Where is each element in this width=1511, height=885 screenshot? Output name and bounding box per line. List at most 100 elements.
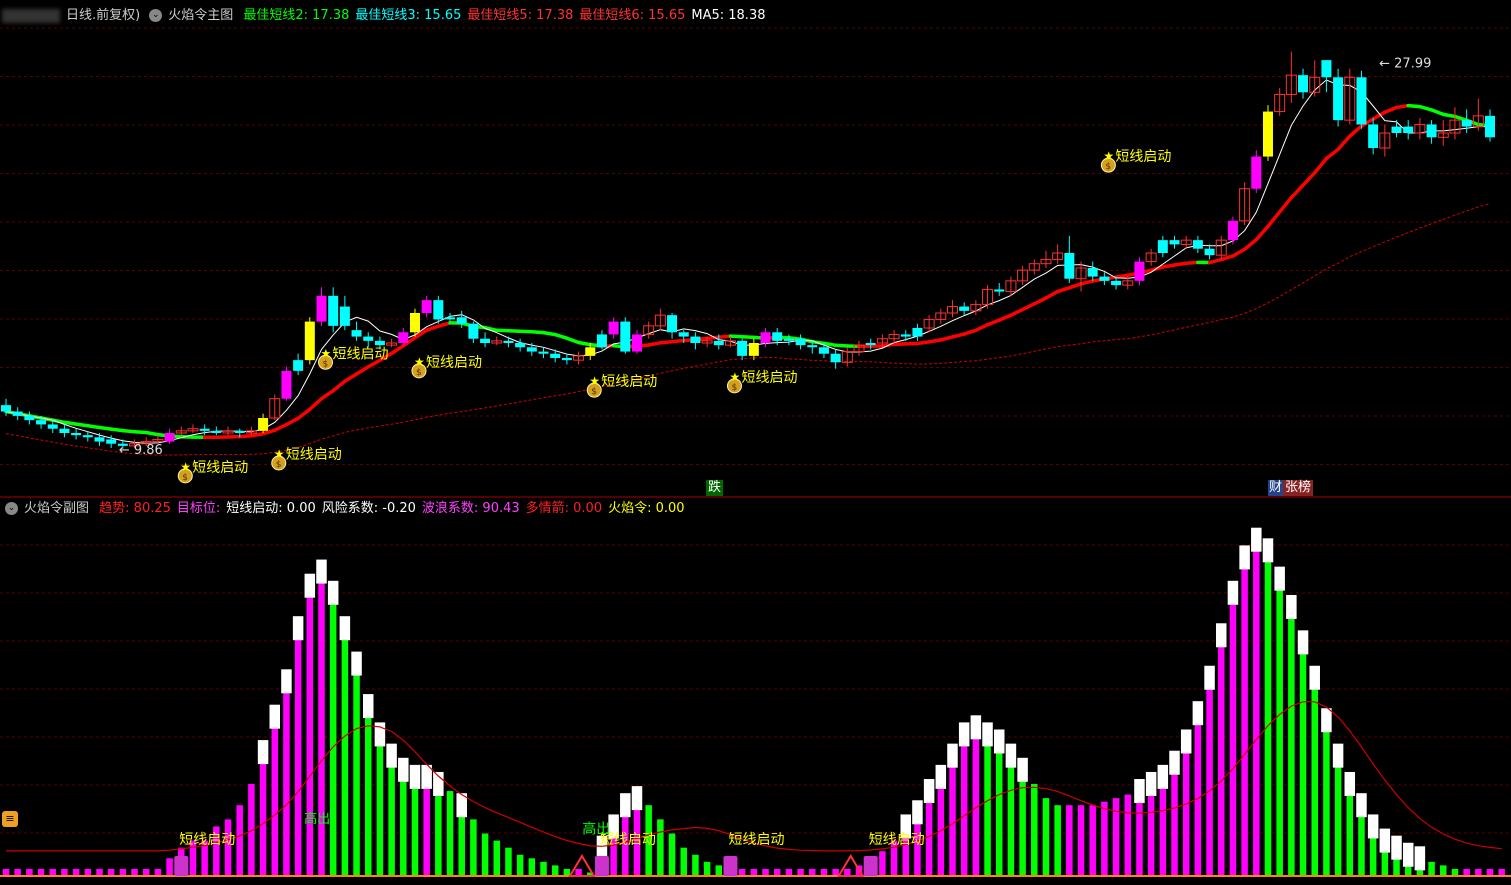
wave-bar [1311,677,1318,876]
wave-bar-tip [1227,580,1239,605]
long-trend-line [5,203,1491,456]
wave-bar [119,868,127,876]
signal-label: 短线启动 [332,346,388,362]
wave-bar [1299,642,1307,876]
trend-line-segment [1441,112,1457,119]
sub-signal-marker [863,856,878,876]
candle-body [106,439,117,444]
trend-line-segment [670,338,686,344]
wave-bar [1042,798,1050,876]
trend-line-segment [1301,170,1317,188]
trend-line-segment [950,332,966,339]
candle-body [164,433,175,442]
wave-bar-tip [316,559,327,584]
wave-bar [259,752,267,876]
wave-bar-tip [1297,630,1309,655]
trend-line-segment [62,420,78,426]
candle-body [1227,220,1238,241]
gao-chu-label: 高出 [582,821,610,838]
wave-bar [715,865,723,876]
wave-bar-tip [269,704,281,729]
wave-bar [773,868,781,876]
wave-bar [26,868,33,876]
signal-label: 短线启动 [1115,149,1171,165]
trend-line-segment [1254,224,1270,242]
wave-bar-tip [1309,665,1320,690]
wave-bar [575,868,582,876]
wave-bar-tip [1332,743,1344,768]
wave-bar-tip [1239,545,1250,570]
wave-bar [1031,783,1038,876]
wave-bar [411,776,419,876]
trend-line-segment [273,422,289,432]
chart-canvas[interactable]: $★ 短线启动 $★ 短线启动$★ 短线启动$★ 短线启动$★ 短线启动 $★ 短线启动$★ 短线… [0,0,1511,885]
candle-body [328,295,339,326]
candle-body [281,370,292,399]
wave-bar [785,868,793,876]
wave-bar [820,868,828,876]
trend-line-segment [331,379,347,393]
side-marker-icon[interactable]: ≡ [2,811,18,827]
trend-line-segment [249,432,265,438]
candle-body [1087,268,1098,277]
wave-bar [528,858,536,876]
wave-bar-tip [1391,835,1402,860]
wave-bar-tip [1367,814,1379,839]
wave-bar [1334,755,1342,876]
trend-line-segment [296,407,312,421]
wave-bar-tip [1204,665,1215,690]
wave-bar-tip [947,743,958,768]
wave-bar [37,868,45,876]
wave-bar [1288,606,1295,876]
trend-line-segment [915,340,931,346]
wave-bar-tip [970,715,982,740]
wave-bar-tip [1356,793,1367,818]
candle-body [1169,240,1180,245]
candle-body [398,332,409,343]
wave-bar [423,776,430,876]
money-bag-glyph: $ [591,387,597,397]
wave-bar [470,819,477,876]
trend-line-segment [1184,260,1200,265]
trend-line-segment [728,334,744,339]
star-icon: ★ [589,374,600,388]
wave-bar [1101,801,1108,876]
trend-line-segment [1418,104,1434,112]
wave-bar-tip [292,616,304,641]
wave-bar [166,858,173,876]
wave-bar [481,833,489,876]
wave-bar [984,734,991,876]
wave-bar [306,585,314,876]
candle-body [211,430,222,433]
candle-body [900,334,911,337]
wave-bar-tip [1192,701,1204,726]
trend-line-segment [132,430,148,435]
wave-bar [142,868,150,876]
candle-body [1403,126,1414,133]
wave-bar [1077,805,1085,876]
trend-line-segment [237,434,254,439]
wave-bar-tip [982,722,993,747]
trend-line-segment [1207,257,1223,265]
candle-body [59,428,70,433]
candle-body [772,332,783,341]
candle-body [1368,124,1379,148]
wave-bar [972,727,980,876]
wave-bar [925,791,933,876]
candle-body [608,321,619,335]
wave-bar-tip [1379,828,1391,853]
wave-bar-tip [993,729,1005,754]
candle-body [865,343,876,346]
trend-line-segment [97,425,113,431]
candle-body [1251,156,1262,189]
wave-bar [446,791,454,876]
signal-label: 短线启动 [741,370,797,386]
wave-bar-tip [1145,771,1157,796]
wave-bar [1241,557,1248,876]
candle-body [36,420,47,425]
candle-body [433,300,444,320]
die-badge: 跌 [706,480,724,496]
wave-bar [341,628,349,876]
star-icon: ★ [1103,149,1114,163]
candle-body [293,360,304,371]
